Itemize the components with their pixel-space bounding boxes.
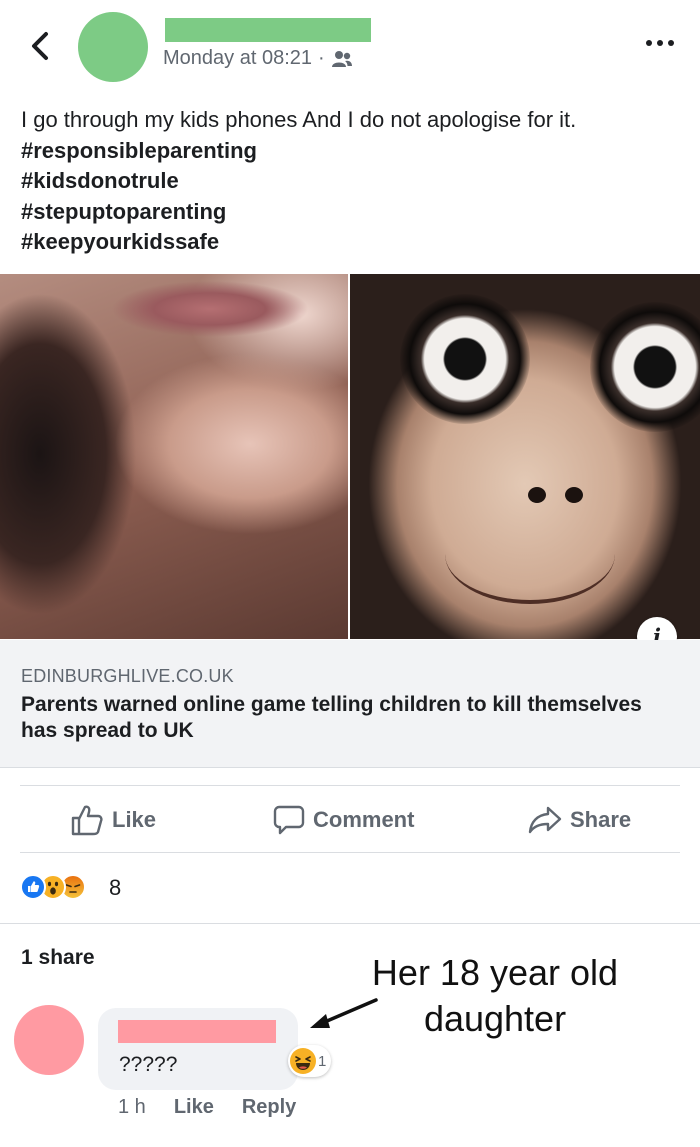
divider [20, 785, 680, 786]
link-title[interactable]: Parents warned online game telling child… [21, 692, 661, 744]
comment-time[interactable]: 1 h [118, 1096, 146, 1119]
divider [0, 923, 700, 924]
laugh-reaction-icon [290, 1048, 316, 1074]
author-avatar[interactable] [78, 12, 148, 82]
hashtag[interactable]: #kidsdonotrule [21, 166, 681, 197]
hashtag[interactable]: #responsibleparenting [21, 136, 681, 167]
link-image-right[interactable] [350, 274, 700, 639]
comment-text: ????? [119, 1053, 178, 1076]
divider [20, 852, 680, 853]
post-meta: Monday at 08:21 · [163, 47, 353, 70]
comment-reaction-badge[interactable]: 1 [288, 1045, 332, 1077]
comment-button[interactable]: Comment [273, 803, 414, 837]
post-timestamp[interactable]: Monday at 08:21 [163, 47, 312, 70]
reaction-count[interactable]: 8 [109, 875, 121, 901]
annotation-arrow [310, 998, 378, 1028]
comment-reaction-count: 1 [318, 1052, 327, 1070]
comment-icon [273, 805, 305, 835]
share-count[interactable]: 1 share [21, 946, 95, 970]
like-reaction-icon [20, 874, 46, 900]
hashtag[interactable]: #stepuptoparenting [21, 197, 681, 228]
share-icon [528, 806, 562, 834]
more-options-icon[interactable] [646, 40, 674, 46]
comment-like-button[interactable]: Like [174, 1096, 214, 1119]
comment-reply-button[interactable]: Reply [242, 1096, 296, 1119]
thumbs-up-icon [71, 805, 103, 836]
meta-separator: · [318, 47, 325, 69]
post-body: I go through my kids phones And I do not… [21, 107, 577, 132]
commenter-name-redacted[interactable] [118, 1020, 276, 1043]
link-image-left[interactable] [0, 274, 348, 639]
commenter-avatar[interactable] [14, 1005, 84, 1075]
reactions-summary[interactable] [20, 874, 86, 900]
friends-icon [331, 50, 352, 67]
share-button[interactable]: Share [528, 803, 631, 837]
comment-label: Comment [313, 807, 415, 832]
back-icon[interactable] [26, 30, 54, 62]
like-label: Like [112, 807, 157, 832]
comment-meta: 1 h Like Reply [118, 1096, 296, 1119]
author-name-redacted[interactable] [165, 18, 371, 42]
post-text: I go through my kids phones And I do not… [21, 105, 681, 258]
hashtag[interactable]: #keepyourkidssafe [21, 227, 681, 258]
link-domain: EDINBURGHLIVE.CO.UK [21, 666, 234, 686]
like-button[interactable]: Like [70, 803, 156, 837]
share-label: Share [570, 807, 632, 832]
